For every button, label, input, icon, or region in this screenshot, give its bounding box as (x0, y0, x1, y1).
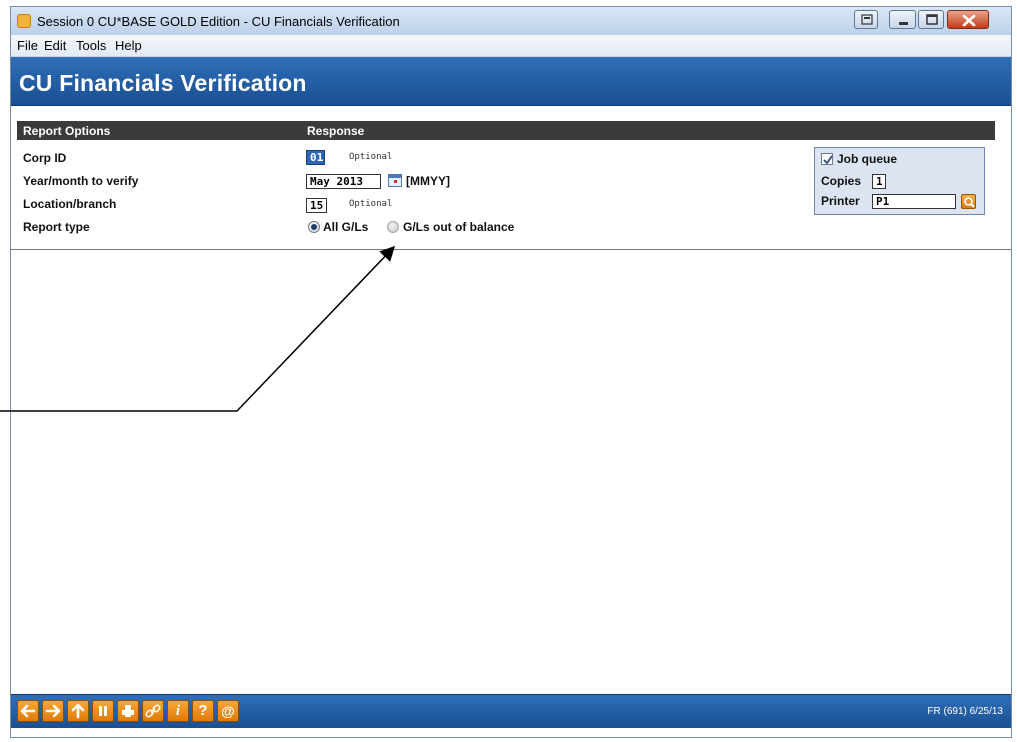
job-queue-panel: Job queue Copies 1 Printer P1 (814, 147, 985, 215)
restore-session-button[interactable] (854, 10, 878, 29)
print-button[interactable] (117, 700, 139, 722)
report-options-heading: Report Options (23, 124, 111, 138)
close-button[interactable] (947, 10, 989, 29)
magnifier-icon (964, 197, 975, 208)
info-icon: i (175, 703, 181, 719)
minimize-button[interactable] (889, 10, 916, 29)
up-button[interactable] (67, 700, 89, 722)
job-queue-checkbox[interactable] (821, 153, 833, 165)
location-field[interactable]: 15 (306, 198, 327, 213)
all-gls-label[interactable]: All G/Ls (323, 220, 368, 234)
title-bar: Session 0 CU*BASE GOLD Edition - CU Fina… (11, 7, 1011, 35)
gls-out-of-balance-radio[interactable] (387, 221, 399, 233)
app-window: Session 0 CU*BASE GOLD Edition - CU Fina… (10, 6, 1012, 738)
printer-lookup-button[interactable] (961, 194, 976, 209)
menu-file[interactable]: File (17, 38, 38, 53)
back-button[interactable] (17, 700, 39, 722)
printer-field[interactable]: P1 (872, 194, 956, 209)
maximize-icon (926, 14, 938, 25)
corp-id-hint: Optional (349, 152, 393, 162)
year-month-label: Year/month to verify (23, 174, 139, 188)
year-month-format: [MMYY] (406, 174, 450, 188)
location-hint: Optional (349, 199, 393, 209)
response-heading: Response (307, 124, 365, 138)
menu-tools[interactable]: Tools (76, 38, 106, 53)
checkmark-icon (823, 155, 833, 165)
year-month-field[interactable]: May 2013 (306, 174, 381, 189)
close-icon (962, 14, 976, 27)
help-button[interactable]: ? (192, 700, 214, 722)
options-header-bar: Report Options Response (17, 121, 995, 140)
minimize-icon (899, 22, 908, 25)
printer-label: Printer (821, 194, 860, 208)
menu-help[interactable]: Help (115, 38, 142, 53)
left-arrow-icon (20, 704, 36, 718)
footer-info: FR (691) 6/25/13 (927, 706, 1003, 717)
copies-label: Copies (821, 174, 862, 188)
menu-bar: File Edit Tools Help (11, 35, 1011, 57)
page-header: CU Financials Verification (11, 57, 1011, 106)
footer-toolbar: i ? @ FR (691) 6/25/13 (11, 694, 1011, 728)
window-title: Session 0 CU*BASE GOLD Edition - CU Fina… (37, 14, 400, 29)
info-button[interactable]: i (167, 700, 189, 722)
location-label: Location/branch (23, 197, 117, 211)
window-switch-icon (861, 14, 873, 25)
maximize-button[interactable] (918, 10, 944, 29)
forward-button[interactable] (42, 700, 64, 722)
corp-id-field[interactable]: 01 (306, 150, 325, 165)
all-gls-radio[interactable] (308, 221, 320, 233)
menu-edit[interactable]: Edit (44, 38, 66, 53)
corp-id-label: Corp ID (23, 151, 67, 165)
link-button[interactable] (142, 700, 164, 722)
up-arrow-icon (71, 703, 85, 719)
help-icon: ? (198, 702, 208, 719)
app-icon (17, 14, 31, 28)
page-title: CU Financials Verification (19, 70, 307, 96)
email-button[interactable]: @ (217, 700, 239, 722)
right-arrow-icon (45, 704, 61, 718)
pause-button[interactable] (92, 700, 114, 722)
calendar-icon[interactable] (388, 174, 402, 187)
at-sign-icon: @ (221, 703, 235, 719)
link-icon (145, 704, 161, 718)
gls-out-of-balance-label[interactable]: G/Ls out of balance (403, 220, 514, 234)
section-divider (11, 249, 1011, 250)
printer-icon (122, 705, 134, 717)
job-queue-label: Job queue (837, 152, 898, 166)
copies-field[interactable]: 1 (872, 174, 886, 189)
pause-icon (99, 706, 107, 716)
report-type-label: Report type (23, 220, 90, 234)
